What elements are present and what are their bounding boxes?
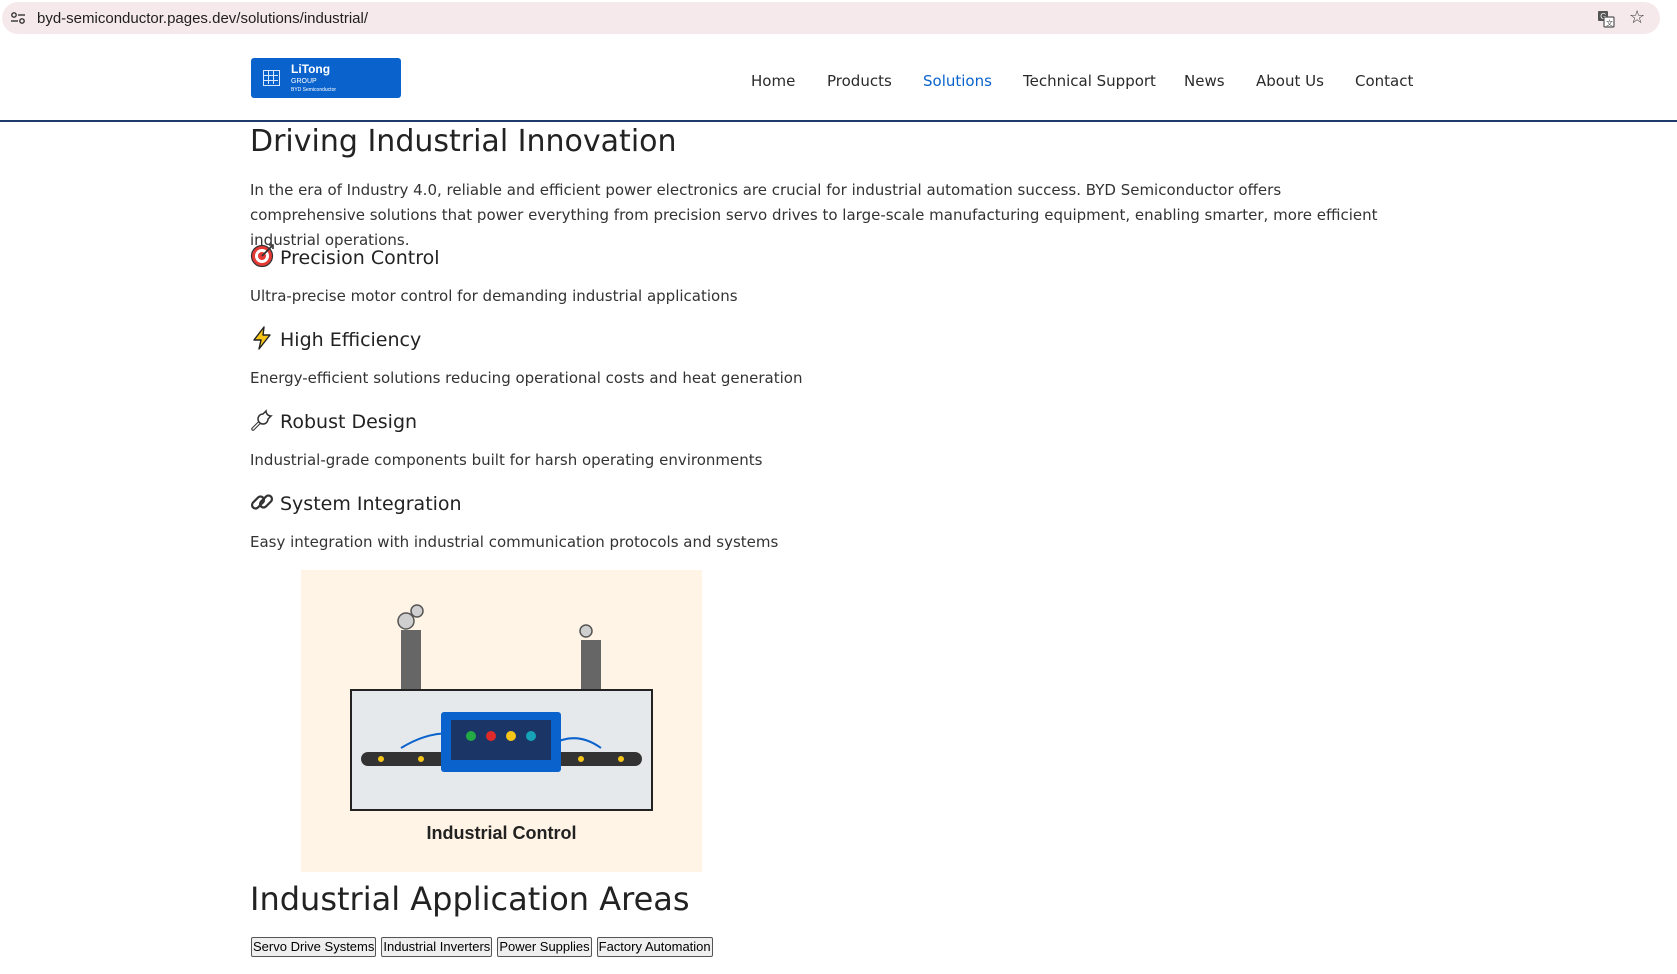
application-tabs: Servo Drive Systems Industrial Inverters… — [251, 937, 713, 957]
feature-title: System Integration — [250, 490, 462, 515]
feature-title-text: Precision Control — [280, 247, 440, 269]
feature-desc: Industrial-grade components built for ha… — [250, 451, 763, 469]
link-icon — [250, 494, 274, 510]
feature-title: Robust Design — [250, 408, 417, 433]
nav-home[interactable]: Home — [751, 72, 795, 90]
nav-about-us[interactable]: About Us — [1256, 72, 1324, 90]
nav-contact[interactable]: Contact — [1355, 72, 1413, 90]
feature-desc: Energy-efficient solutions reducing oper… — [250, 369, 803, 387]
logo-name: LiTong — [291, 62, 331, 76]
url-text[interactable]: byd-semiconductor.pages.dev/solutions/in… — [37, 10, 368, 27]
browser-toolbar: byd-semiconductor.pages.dev/solutions/in… — [0, 0, 1677, 38]
nav-solutions[interactable]: Solutions — [923, 72, 992, 90]
site-info-icon[interactable] — [10, 11, 26, 25]
intro-paragraph: In the era of Industry 4.0, reliable and… — [250, 181, 1378, 249]
feature-title: High Efficiency — [250, 326, 421, 351]
target-icon — [250, 244, 274, 268]
lightning-icon — [253, 326, 271, 350]
logo-tagline: BYD Semiconductor — [291, 87, 337, 93]
feature-title-text: High Efficiency — [280, 329, 422, 351]
tab-servo-drive-systems[interactable]: Servo Drive Systems — [251, 937, 377, 957]
logo[interactable]: LiTong GROUP BYD Semiconductor — [251, 58, 401, 98]
feature-title-text: Robust Design — [280, 411, 418, 433]
svg-text:文: 文 — [1606, 19, 1613, 28]
page-title: Driving Industrial Innovation — [250, 124, 677, 159]
feature-desc: Ultra-precise motor control for demandin… — [250, 287, 738, 305]
logo-grid-icon — [263, 70, 280, 86]
illustration-label: Industrial Control — [426, 823, 577, 843]
applications-heading: Industrial Application Areas — [250, 880, 690, 918]
nav-products[interactable]: Products — [827, 72, 892, 90]
feature-desc: Easy integration with industrial communi… — [250, 533, 779, 551]
nav-news[interactable]: News — [1184, 72, 1225, 90]
bookmark-star-icon[interactable]: ☆ — [1629, 8, 1645, 28]
nav-technical-support[interactable]: Technical Support — [1023, 72, 1156, 90]
tab-power-supplies[interactable]: Power Supplies — [497, 937, 592, 957]
tab-factory-automation[interactable]: Factory Automation — [596, 937, 713, 957]
industrial-control-illustration: Industrial Control — [301, 570, 702, 872]
logo-sub: GROUP — [291, 78, 317, 85]
feature-title-text: System Integration — [280, 493, 462, 515]
feature-title: Precision Control — [250, 244, 440, 269]
translate-icon[interactable]: G 文 — [1597, 10, 1615, 28]
wrench-icon — [251, 409, 273, 431]
tab-industrial-inverters[interactable]: Industrial Inverters — [381, 937, 493, 957]
site-header: LiTong GROUP BYD Semiconductor Home Prod… — [0, 38, 1677, 122]
address-bar[interactable]: byd-semiconductor.pages.dev/solutions/in… — [2, 2, 1660, 34]
